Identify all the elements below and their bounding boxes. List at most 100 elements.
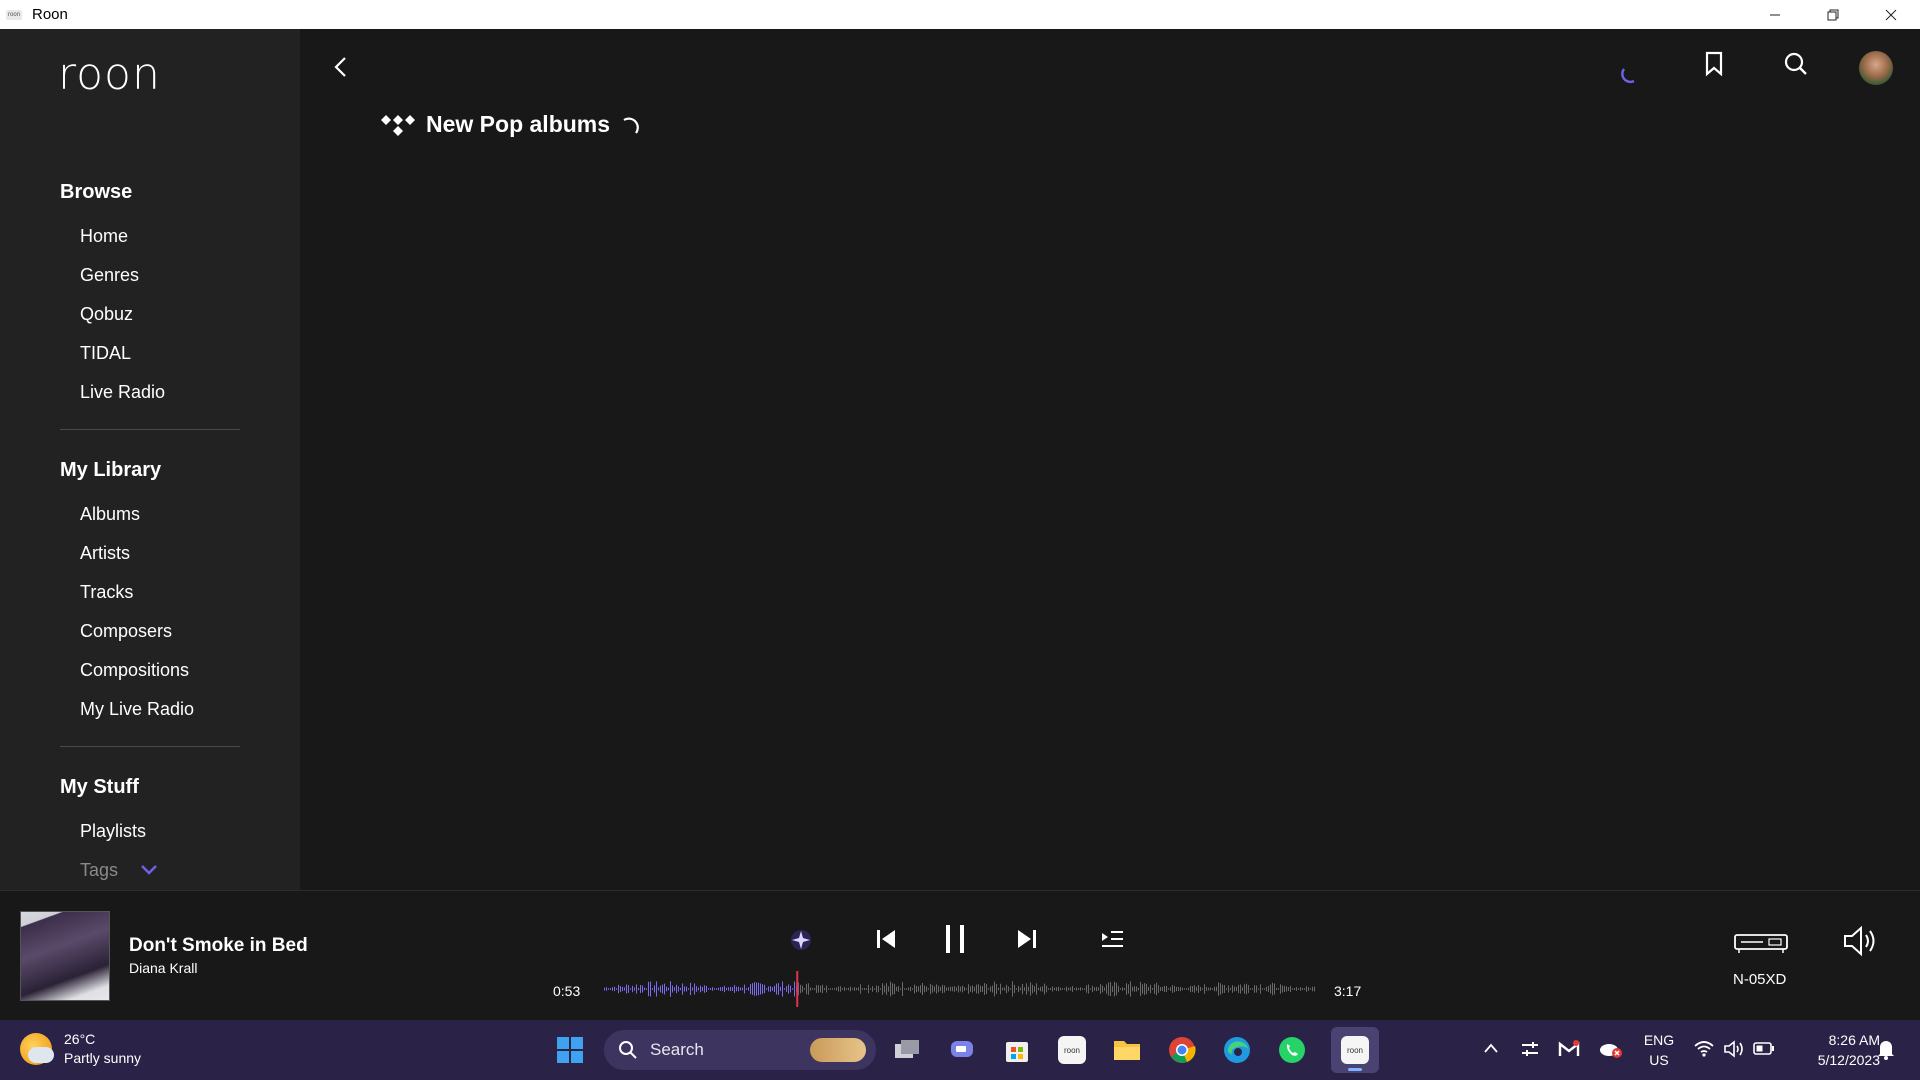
waveform-bar (926, 986, 927, 992)
waveform-bar (1038, 987, 1039, 991)
notification-bell-icon[interactable] (1876, 1038, 1896, 1060)
sidebar-item-compositions[interactable]: Compositions (80, 660, 189, 681)
waveform-bar (704, 985, 705, 993)
waveform-bar (944, 985, 945, 993)
waveform-bar (876, 985, 877, 993)
chevron-up-icon[interactable] (1483, 1042, 1499, 1054)
sidebar-item-tracks[interactable]: Tracks (80, 582, 133, 603)
edge-button[interactable] (1221, 1034, 1253, 1066)
device-icon[interactable] (1733, 929, 1789, 955)
track-artist[interactable]: Diana Krall (129, 960, 197, 976)
waveform-bar (1114, 981, 1115, 997)
sidebar-item-live-radio[interactable]: Live Radio (80, 382, 165, 403)
waveform-seekbar[interactable] (604, 971, 1316, 1007)
restore-button[interactable] (1804, 0, 1862, 29)
waveform-bar (976, 984, 977, 994)
input-language[interactable]: ENG US (1642, 1030, 1676, 1070)
waveform-bar (1156, 982, 1157, 996)
waveform-bar (978, 984, 979, 994)
chrome-button[interactable] (1166, 1034, 1198, 1066)
roon-logo[interactable]: roon (58, 49, 161, 100)
waveform-bar (1050, 988, 1051, 990)
waveform-bar (1070, 987, 1071, 991)
taskbar-search[interactable]: Search (604, 1030, 876, 1070)
zone-name[interactable]: N-05XD (1733, 971, 1786, 988)
previous-track-icon[interactable] (874, 927, 898, 951)
clock[interactable]: 8:26 AM 5/12/2023 (1790, 1030, 1880, 1070)
close-button[interactable] (1862, 0, 1920, 29)
playhead[interactable] (796, 971, 799, 1007)
window-title: Roon (32, 6, 68, 23)
sidebar-item-my-live-radio[interactable]: My Live Radio (80, 699, 194, 720)
sidebar-item-composers[interactable]: Composers (80, 621, 172, 642)
waveform-bar (712, 987, 713, 991)
search-icon[interactable] (1783, 51, 1809, 77)
sidebar-item-qobuz[interactable]: Qobuz (80, 304, 133, 325)
waveform-bar (734, 985, 735, 993)
waveform-bar (822, 984, 823, 994)
waveform-bar (720, 987, 721, 991)
volume-icon[interactable] (1842, 925, 1880, 957)
waveform-bar (1140, 981, 1141, 997)
waveform-bar (994, 981, 995, 997)
waveform-bar (706, 985, 707, 993)
speaker-icon[interactable] (1723, 1039, 1745, 1059)
waveform-bar (1258, 988, 1259, 990)
roon-app-icon: roon (1058, 1036, 1086, 1064)
next-track-icon[interactable] (1015, 927, 1039, 951)
sidebar-item-playlists[interactable]: Playlists (80, 821, 146, 842)
waveform-bar (678, 986, 679, 992)
gmail-icon[interactable] (1558, 1038, 1580, 1060)
bookmark-icon[interactable] (1703, 51, 1725, 77)
sidebar-item-genres[interactable]: Genres (80, 265, 139, 286)
waveform-bar (1090, 988, 1091, 990)
waveform-bar (788, 984, 789, 994)
waveform-bar (620, 986, 621, 992)
user-avatar[interactable] (1859, 51, 1893, 85)
waveform-bar (740, 987, 741, 991)
teams-chat-button[interactable] (946, 1034, 978, 1066)
waveform-bar (800, 984, 801, 994)
waveform-bar (1122, 987, 1123, 991)
start-button[interactable] (554, 1034, 586, 1066)
minimize-button[interactable] (1746, 0, 1804, 29)
waveform-bar (1054, 987, 1055, 991)
waveform-bar (1244, 984, 1245, 994)
onedrive-error-icon[interactable] (1598, 1038, 1624, 1060)
waveform-bar (732, 987, 733, 991)
sidebar-item-home[interactable]: Home (80, 226, 128, 247)
album-art[interactable] (20, 911, 110, 1001)
microsoft-store-button[interactable] (1001, 1034, 1033, 1066)
waveform-bar (968, 984, 969, 994)
waveform-bar (1218, 982, 1219, 996)
waveform-bar (836, 987, 837, 991)
waveform-bar (1104, 987, 1105, 991)
network-activity-icon[interactable] (1520, 1039, 1540, 1059)
waveform-bar (1074, 988, 1075, 990)
waveform-bar (948, 987, 949, 991)
radio-sparkle-icon[interactable] (788, 927, 814, 953)
waveform-bar (1188, 987, 1189, 991)
queue-icon[interactable] (1101, 929, 1125, 949)
track-title[interactable]: Don't Smoke in Bed (129, 935, 308, 957)
weather-widget[interactable]: 26°C Partly sunny (20, 1030, 141, 1068)
waveform-bar (1298, 988, 1299, 990)
sidebar-item-artists[interactable]: Artists (80, 543, 130, 564)
pause-icon[interactable] (941, 923, 969, 955)
waveform-bar (642, 985, 643, 993)
sidebar-item-tidal[interactable]: TIDAL (80, 343, 131, 364)
wifi-icon[interactable] (1694, 1040, 1714, 1058)
back-arrow-icon[interactable] (330, 55, 354, 79)
roon-active-taskbar-button[interactable]: roon (1331, 1027, 1379, 1073)
waveform-bar (928, 988, 929, 990)
battery-icon[interactable] (1753, 1041, 1775, 1057)
clock-time: 8:26 AM (1828, 1032, 1880, 1048)
task-view-button[interactable] (891, 1034, 923, 1066)
sidebar-item-tags[interactable]: Tags (80, 860, 118, 881)
file-explorer-button[interactable] (1111, 1034, 1143, 1066)
chevron-down-icon[interactable] (140, 863, 158, 877)
sidebar-item-albums[interactable]: Albums (80, 504, 140, 525)
whatsapp-button[interactable] (1276, 1034, 1308, 1066)
roon-taskbar-button[interactable]: roon (1056, 1034, 1088, 1066)
waveform-bar (918, 986, 919, 992)
